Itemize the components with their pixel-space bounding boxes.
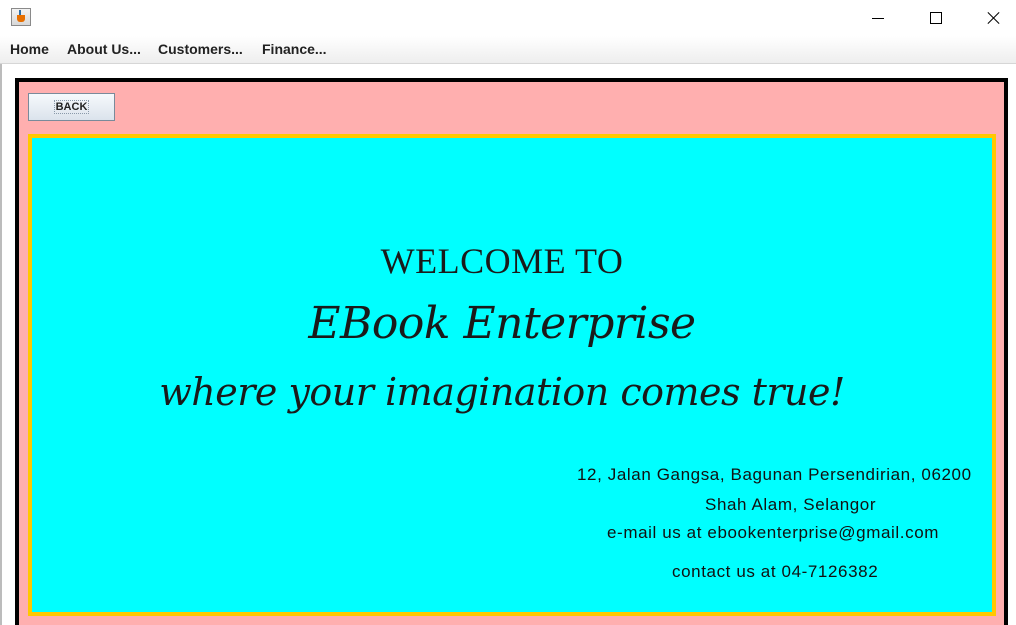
email-line: e-mail us at ebookenterprise@gmail.com bbox=[607, 523, 940, 542]
window-edge bbox=[0, 64, 2, 625]
java-cup-icon[interactable] bbox=[11, 8, 31, 26]
main-panel: BACK WELCOME TO EBook Enterprise where y… bbox=[15, 78, 1008, 625]
back-button-label: BACK bbox=[53, 100, 90, 114]
welcome-heading: WELCOME TO bbox=[380, 241, 624, 281]
title-bar bbox=[0, 0, 1016, 36]
tagline: where your imagination comes true! bbox=[159, 370, 845, 414]
welcome-panel: WELCOME TO EBook Enterprise where your i… bbox=[28, 134, 996, 616]
menu-home[interactable]: Home bbox=[10, 41, 49, 57]
close-button[interactable] bbox=[965, 0, 1016, 36]
contact-line: contact us at 04-7126382 bbox=[672, 562, 879, 581]
menu-finance[interactable]: Finance... bbox=[262, 41, 327, 57]
minimize-icon bbox=[872, 17, 884, 19]
app-window: Home About Us... Customers... Finance...… bbox=[0, 0, 1016, 625]
maximize-icon bbox=[930, 12, 942, 24]
address-line-2: Shah Alam, Selangor bbox=[705, 495, 877, 514]
menu-about-us[interactable]: About Us... bbox=[67, 41, 141, 57]
brand-name: EBook Enterprise bbox=[308, 298, 696, 349]
maximize-button[interactable] bbox=[907, 0, 965, 36]
address-line-1: 12, Jalan Gangsa, Bagunan Persendirian, … bbox=[577, 465, 972, 484]
minimize-button[interactable] bbox=[849, 0, 907, 36]
menu-bar: Home About Us... Customers... Finance... bbox=[0, 36, 1016, 64]
back-button[interactable]: BACK bbox=[28, 93, 115, 121]
menu-customers[interactable]: Customers... bbox=[158, 41, 243, 57]
close-icon bbox=[987, 11, 1001, 25]
